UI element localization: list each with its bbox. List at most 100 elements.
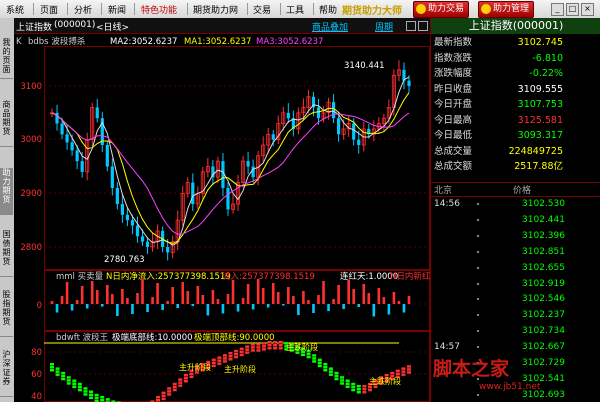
oscillator-dot bbox=[66, 382, 71, 385]
oscillator-dot bbox=[167, 390, 172, 393]
quote-row: 最新指数 3102.745 bbox=[431, 36, 600, 49]
y-tick-label: 0 bbox=[37, 301, 42, 311]
volume-bar bbox=[216, 299, 220, 304]
oscillator-dot bbox=[211, 358, 216, 362]
oscillator-dot bbox=[356, 391, 361, 394]
chart-area[interactable]: K bdbs 波段搏杀 MA2:3052.6237 MA1:3052.6237 … bbox=[14, 34, 430, 402]
menu-analysis[interactable]: 分析 bbox=[74, 3, 92, 16]
volume-bar bbox=[302, 291, 305, 304]
tick-header: 北京 价格 bbox=[431, 182, 600, 197]
osc-note: 主升阶段 bbox=[224, 364, 256, 374]
quote-value: 224849725 bbox=[508, 145, 563, 157]
oscillator-dot bbox=[306, 352, 311, 356]
tick-price: 3102.530 bbox=[522, 199, 565, 209]
quote-value: 3102.745 bbox=[517, 37, 563, 48]
tab-assist-futures[interactable]: 助力期货 bbox=[0, 168, 13, 215]
quote-value: -6.810 bbox=[532, 52, 563, 64]
y-tick-label: 80 bbox=[31, 348, 42, 358]
quote-title: 上证指数(000001) bbox=[431, 18, 600, 34]
menu-trade[interactable]: 交易 bbox=[253, 3, 271, 16]
tab-treasury-futures[interactable]: 国债期货 bbox=[0, 230, 13, 277]
candle-body bbox=[105, 145, 109, 167]
oscillator-dot bbox=[50, 363, 54, 366]
tab-index-futures[interactable]: 股指期货 bbox=[0, 290, 13, 337]
oscillator-dot bbox=[172, 385, 177, 389]
oscillator-dot bbox=[234, 355, 239, 359]
oscillator-dot bbox=[155, 399, 160, 402]
quote-label: 指数涨跌 bbox=[434, 52, 473, 64]
oscillator-dot bbox=[183, 380, 188, 383]
manage-assist-button[interactable]: 助力管理 bbox=[478, 1, 535, 18]
period-label: <日线> bbox=[96, 23, 130, 33]
oscillator-dot bbox=[273, 347, 278, 350]
oscillator-dot bbox=[94, 393, 99, 397]
volume-bar bbox=[332, 299, 335, 304]
quote-label: 总成交额 bbox=[434, 161, 473, 172]
menu-page[interactable]: 页面 bbox=[40, 3, 58, 16]
menu-system[interactable]: 系统 bbox=[6, 3, 24, 16]
menu-features[interactable]: 特色功能 bbox=[141, 3, 177, 16]
y-tick-label: 60 bbox=[31, 370, 42, 380]
oscillator-dot bbox=[155, 396, 160, 399]
oscillator-dot bbox=[161, 397, 166, 401]
indicator-k: K bbox=[16, 37, 22, 47]
tick-price: 3102.237 bbox=[522, 310, 565, 321]
volume-bar bbox=[146, 304, 149, 312]
menu-tools[interactable]: 工具 bbox=[286, 3, 304, 16]
ma1-label: MA1:3052.6237 bbox=[184, 37, 251, 47]
tab-commodity-futures[interactable]: 商品期货 bbox=[0, 100, 13, 147]
volume-bar bbox=[106, 285, 109, 304]
oscillator-dot bbox=[245, 351, 250, 354]
overlay-button[interactable]: 商品叠加 bbox=[312, 20, 348, 33]
candle-body bbox=[60, 123, 64, 135]
ma2-label: MA2:3052.6237 bbox=[110, 37, 177, 47]
oscillator-dot bbox=[211, 361, 216, 365]
menu-futures-web[interactable]: 期货助力网 bbox=[193, 3, 238, 16]
volume-bar bbox=[292, 296, 295, 304]
menu-help[interactable]: 帮助 bbox=[319, 3, 337, 16]
oscillator-dot bbox=[312, 360, 317, 363]
oscillator-dot bbox=[161, 394, 166, 398]
tab-my-page[interactable]: 我的页面 bbox=[0, 38, 13, 79]
volume-bar bbox=[246, 284, 250, 304]
volume-bar bbox=[156, 283, 159, 304]
oscillator-dot bbox=[61, 377, 66, 381]
tick-row: 3102.655 bbox=[431, 262, 600, 275]
y-tick-label: 2900 bbox=[20, 189, 42, 199]
y-tick-label: 40 bbox=[31, 392, 42, 402]
oscillator-dot bbox=[83, 387, 88, 390]
coin-icon bbox=[416, 4, 426, 14]
volume-bar bbox=[322, 281, 325, 304]
close-chart-icon[interactable] bbox=[418, 21, 428, 31]
candle-body bbox=[145, 241, 150, 247]
maximize-button[interactable]: □ bbox=[566, 3, 579, 16]
candle-body bbox=[75, 150, 79, 162]
divider bbox=[247, 3, 248, 15]
layout-icon[interactable] bbox=[406, 21, 416, 31]
candle-body bbox=[271, 134, 275, 140]
cycle-button[interactable]: 周期 bbox=[375, 20, 393, 33]
tab-sh-sz-securities[interactable]: 沪深证券 bbox=[0, 350, 13, 397]
manage-assist-label: 助力管理 bbox=[493, 4, 530, 14]
quote-row: 今日最高 3125.581 bbox=[431, 114, 600, 127]
close-button[interactable]: × bbox=[581, 3, 594, 16]
oscillator-dot bbox=[100, 399, 105, 402]
tick-marker bbox=[477, 203, 479, 205]
y-tick-label: 3100 bbox=[20, 82, 42, 92]
minimize-button[interactable]: _ bbox=[551, 3, 564, 16]
oscillator-dot bbox=[256, 349, 261, 352]
trade-assist-button[interactable]: 助力交易 bbox=[413, 1, 470, 18]
oscillator-dot bbox=[340, 376, 345, 379]
volume-bar bbox=[397, 301, 401, 304]
oscillator-dot bbox=[312, 357, 317, 360]
candle-body bbox=[115, 187, 119, 205]
volume-bar bbox=[166, 301, 169, 304]
oscillator-dot bbox=[278, 344, 283, 347]
candle-body bbox=[135, 225, 140, 237]
quote-value: 3109.555 bbox=[517, 83, 563, 95]
quote-row: 指数涨跌 -6.810 bbox=[431, 52, 600, 65]
volume-bar bbox=[60, 296, 64, 304]
oscillator-dot bbox=[50, 366, 54, 369]
menu-news[interactable]: 新闻 bbox=[108, 3, 126, 16]
tick-row: 3102.919 bbox=[431, 278, 600, 291]
